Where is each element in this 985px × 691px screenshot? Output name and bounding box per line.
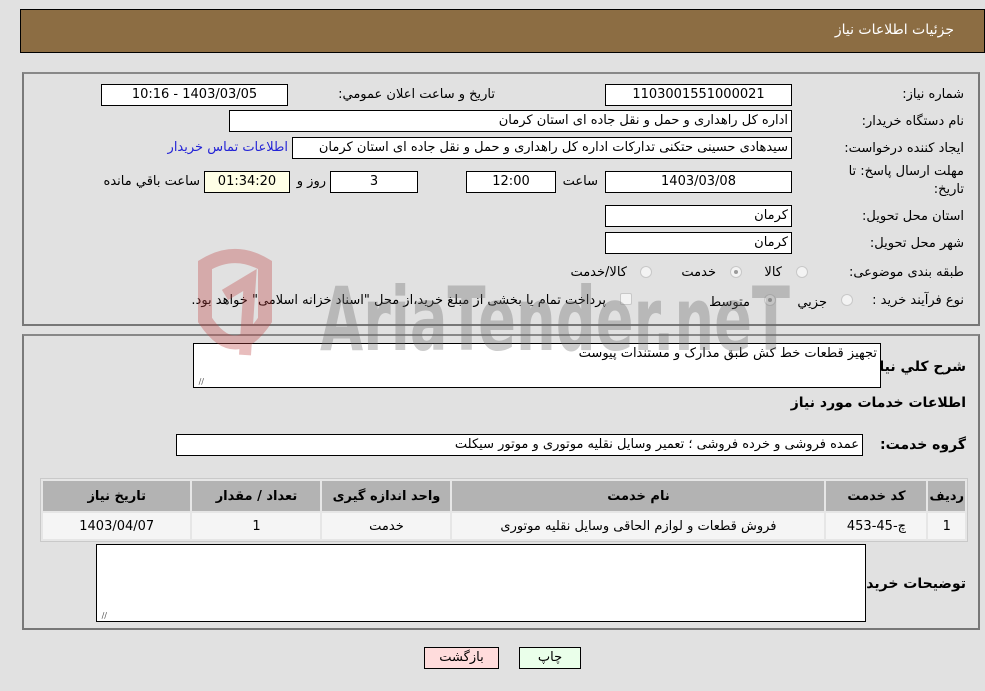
description-textarea[interactable]: تجهیز قطعات خط کش طبق مدارک و مستندات پی… [193, 343, 881, 388]
purchase-type-radio-minor[interactable] [841, 294, 853, 306]
deadline-label-line1: مهلت ارسال پاسخ: تا [848, 164, 964, 179]
page-header: جزئیات اطلاعات نیاز [20, 9, 985, 53]
time-remaining-field: 01:34:20 [204, 171, 290, 193]
cell-service-code: چ-45-453 [826, 513, 927, 539]
category-radio-goods[interactable] [796, 266, 808, 278]
treasury-checkbox[interactable] [620, 293, 632, 305]
time-remaining-label: ساعت باقي مانده [103, 174, 200, 189]
category-radio-goods-service[interactable] [640, 266, 652, 278]
page-title: جزئیات اطلاعات نیاز [834, 22, 954, 38]
purchase-type-option-medium: متوسط [709, 295, 750, 310]
days-label: روز و [296, 174, 326, 189]
services-table: ردیف کد خدمت نام خدمت واحد اندازه گیری ت… [40, 478, 968, 542]
requester-field[interactable]: سیدهادی حسینی حتکنی تدارکات اداره کل راه… [292, 137, 792, 159]
table-row: 1 چ-45-453 فروش قطعات و لوازم الحاقی وسا… [43, 513, 965, 539]
description-text: تجهیز قطعات خط کش طبق مدارک و مستندات پی… [578, 346, 877, 361]
buyer-notes-textarea[interactable]: ∕∕ [96, 544, 866, 622]
service-group-field[interactable]: عمده فروشی و خرده فروشی ؛ تعمیر وسایل نق… [176, 434, 863, 456]
deadline-date-field[interactable]: 1403/03/08 [605, 171, 792, 193]
col-header-quantity: تعداد / مقدار [192, 481, 321, 511]
announce-datetime-field[interactable]: 1403/03/05 - 10:16 [101, 84, 288, 106]
requester-label: ایجاد کننده درخواست: [844, 141, 964, 156]
deadline-label-line2: تاریخ: [933, 182, 964, 197]
cell-service-name: فروش قطعات و لوازم الحاقی وسایل نقلیه مو… [452, 513, 825, 539]
need-number-label: شماره نیاز: [902, 87, 964, 102]
category-option-goods-service: کالا/خدمت [570, 265, 627, 280]
cell-unit: خدمت [322, 513, 451, 539]
province-field[interactable]: کرمان [605, 205, 792, 227]
city-label: شهر محل تحویل: [869, 236, 964, 251]
treasury-note: پرداخت تمام یا بخشی از مبلغ خرید،از محل … [191, 293, 606, 308]
print-button[interactable]: چاپ [519, 647, 581, 669]
cell-need-date: 1403/04/07 [43, 513, 191, 539]
resize-grip-icon[interactable]: ∕∕ [99, 612, 107, 620]
buyer-contact-link[interactable]: اطلاعات تماس خریدار [168, 140, 288, 155]
category-label: طبقه بندی موضوعی: [848, 265, 964, 280]
service-group-label: گروه خدمت: [880, 437, 966, 453]
purchase-type-label: نوع فرآیند خرید : [872, 293, 964, 308]
col-header-unit: واحد اندازه گیری [322, 481, 451, 511]
col-header-row-number: ردیف [928, 481, 965, 511]
purchase-type-option-minor: جزيي [797, 295, 827, 310]
buyer-org-field[interactable]: اداره کل راهداری و حمل و نقل جاده ای است… [229, 110, 792, 132]
buyer-org-label: نام دستگاه خریدار: [861, 114, 964, 129]
city-field[interactable]: کرمان [605, 232, 792, 254]
category-radio-service[interactable] [730, 266, 742, 278]
cell-quantity: 1 [192, 513, 321, 539]
deadline-time-label: ساعت [562, 174, 598, 189]
category-option-goods: کالا [764, 265, 782, 280]
category-option-service: خدمت [681, 265, 716, 280]
need-details-panel: شماره نیاز: 1103001551000021 تاریخ و ساع… [22, 72, 980, 326]
resize-grip-icon[interactable]: ∕∕ [196, 378, 204, 386]
cell-row-number: 1 [928, 513, 965, 539]
deadline-time-field[interactable]: 12:00 [466, 171, 556, 193]
table-header-row: ردیف کد خدمت نام خدمت واحد اندازه گیری ت… [43, 481, 965, 511]
province-label: استان محل تحویل: [862, 209, 964, 224]
col-header-service-code: کد خدمت [826, 481, 927, 511]
col-header-service-name: نام خدمت [452, 481, 825, 511]
need-number-field[interactable]: 1103001551000021 [605, 84, 792, 106]
services-section-title: اطلاعات خدمات مورد نیاز [790, 395, 966, 411]
days-remaining-field[interactable]: 3 [330, 171, 418, 193]
services-panel: شرح کلي نیاز: تجهیز قطعات خط کش طبق مدار… [22, 334, 980, 630]
col-header-need-date: تاریخ نیاز [43, 481, 191, 511]
announce-datetime-label: تاریخ و ساعت اعلان عمومي: [338, 87, 495, 102]
back-button[interactable]: بازگشت [424, 647, 499, 669]
purchase-type-radio-medium[interactable] [764, 294, 776, 306]
